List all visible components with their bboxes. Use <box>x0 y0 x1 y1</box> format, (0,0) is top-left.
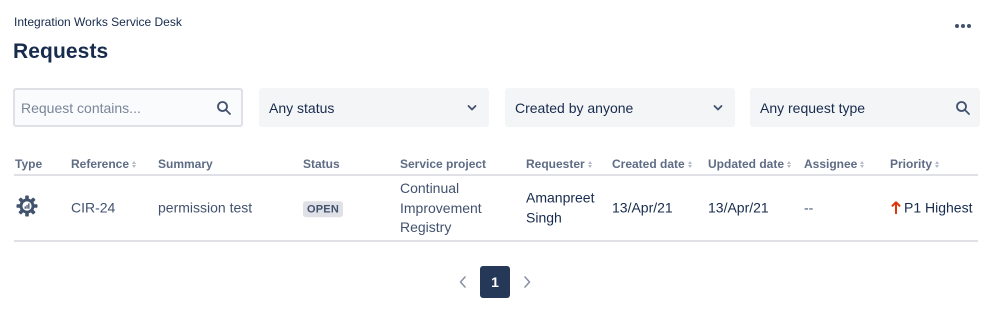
created-date-cell: 13/Apr/21 <box>612 199 673 216</box>
pagination: 1 <box>450 266 540 298</box>
column-header-service-project: Service project <box>400 157 487 171</box>
service-project-line: Registry <box>400 218 452 235</box>
column-header-summary: Summary <box>158 157 213 171</box>
request-type-filter-label: Any request type <box>760 99 866 116</box>
more-icon-dot <box>961 24 965 28</box>
service-project-line: Improvement <box>400 199 482 216</box>
search-icon <box>956 100 970 115</box>
sort-icon <box>132 160 137 168</box>
created-by-filter-label: Created by anyone <box>515 99 634 116</box>
table-row[interactable]: CIR-24 permission test OPEN Continual Im… <box>14 176 978 242</box>
requester-line: Amanpreet <box>526 189 595 206</box>
site-name: Integration Works Service Desk <box>14 15 182 29</box>
page-button-current[interactable]: 1 <box>480 266 510 298</box>
request-search-field[interactable] <box>13 88 243 127</box>
requests-table: Type Reference Summary Status Service pr… <box>14 150 978 242</box>
chevron-down-icon <box>713 104 723 110</box>
created-by-filter-dropdown[interactable]: Created by anyone <box>505 88 735 127</box>
status-badge-cell: OPEN <box>303 198 343 218</box>
more-icon <box>955 24 959 28</box>
column-header-requester[interactable]: Requester <box>526 157 592 171</box>
search-icon[interactable] <box>216 100 232 116</box>
request-search-input[interactable] <box>21 99 206 116</box>
chevron-left-icon <box>459 276 466 288</box>
next-page-button[interactable] <box>514 266 540 298</box>
priority-label: P1 Highest <box>904 199 973 216</box>
service-project-cell: Continual Improvement Registry <box>400 179 482 238</box>
column-header-type: Type <box>15 157 43 171</box>
status-filter-dropdown[interactable]: Any status <box>259 88 489 127</box>
status-filter-label: Any status <box>269 99 335 116</box>
arrow-up-icon <box>891 201 901 215</box>
previous-page-button[interactable] <box>450 266 476 298</box>
service-project-line: Continual <box>400 179 460 196</box>
column-header-status: Status <box>303 157 340 171</box>
chevron-down-icon <box>467 104 477 110</box>
sort-icon <box>860 160 865 168</box>
request-type-filter[interactable]: Any request type <box>750 88 980 127</box>
updated-date-cell: 13/Apr/21 <box>708 199 769 216</box>
sort-icon <box>687 160 692 168</box>
more-actions-button[interactable] <box>950 16 976 36</box>
request-summary-link[interactable]: permission test <box>158 198 252 218</box>
column-header-priority[interactable]: Priority <box>890 157 940 171</box>
requester-cell: Amanpreet Singh <box>526 189 594 228</box>
request-reference-link[interactable]: CIR-24 <box>71 198 115 218</box>
priority-cell: P1 Highest <box>891 198 972 218</box>
sort-icon <box>935 160 940 168</box>
page-title: Requests <box>13 40 109 63</box>
table-header-row: Type Reference Summary Status Service pr… <box>14 150 978 176</box>
requester-line: Singh <box>526 209 562 225</box>
sort-icon <box>787 160 792 168</box>
column-header-created-date[interactable]: Created date <box>612 157 692 171</box>
column-header-reference[interactable]: Reference <box>71 157 137 171</box>
more-icon-dot <box>967 24 971 28</box>
sort-icon <box>587 160 592 168</box>
assignee-cell: -- <box>804 199 814 216</box>
gear-icon <box>16 195 38 217</box>
column-header-updated-date[interactable]: Updated date <box>708 157 792 171</box>
status-badge: OPEN <box>303 201 343 218</box>
chevron-right-icon <box>524 276 531 288</box>
column-header-assignee[interactable]: Assignee <box>804 157 865 171</box>
